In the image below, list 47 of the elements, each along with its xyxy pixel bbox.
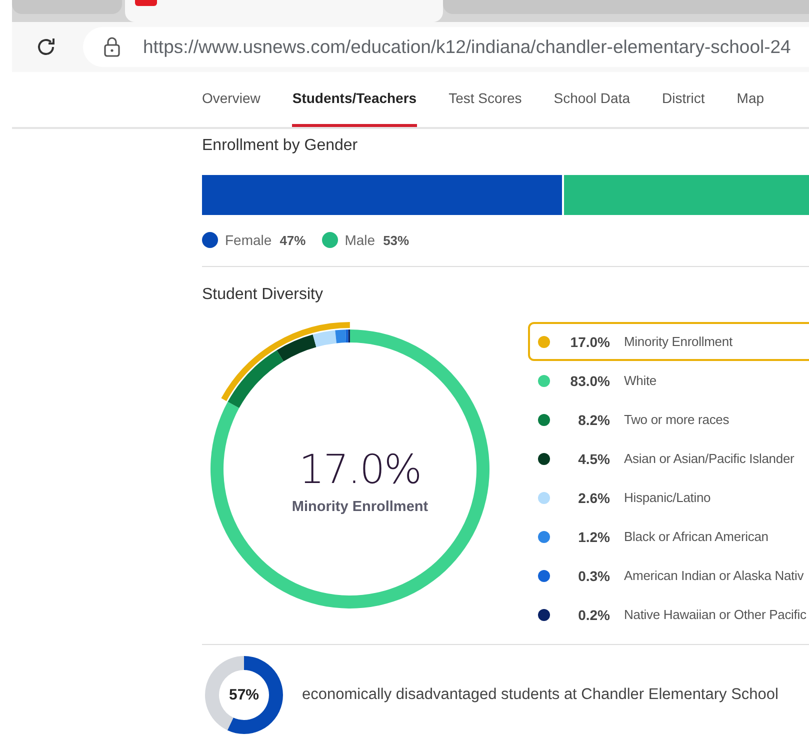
nav-tab[interactable]: Test Scores [448, 72, 522, 127]
legend-item[interactable]: 17.0% Minority Enrollment [528, 322, 809, 361]
legend-label: Female [225, 232, 272, 248]
legend-item[interactable]: 0.2% Native Hawaiian or Other Pacific [528, 595, 809, 634]
legend-item[interactable]: 4.5% Asian or Asian/Pacific Islander [528, 439, 809, 478]
legend-value: 17.0% [569, 334, 610, 350]
nav-tab[interactable]: School Data [554, 72, 630, 127]
legend-value: 0.3% [577, 568, 610, 584]
section-title: Enrollment by Gender [202, 137, 359, 155]
legend-value: 2.6% [577, 490, 610, 506]
legend-value: 47% [280, 232, 306, 248]
legend-label: Two or more races [624, 412, 730, 427]
favicon-icon [135, 0, 157, 6]
legend-label: Hispanic/Latino [624, 490, 711, 505]
legend-label: Native Hawaiian or Other Pacific [624, 607, 806, 622]
browser-tab[interactable] [12, 0, 122, 14]
legend-label: American Indian or Alaska Nativ [624, 568, 804, 583]
legend-label: Minority Enrollment [624, 334, 732, 349]
nav-tab[interactable]: District [662, 72, 705, 127]
section-title: Student Diversity [202, 286, 324, 304]
legend-item[interactable]: 1.2% Black or African American [528, 517, 809, 556]
nav-tab[interactable]: Students/Teachers [292, 72, 417, 127]
nav-tab[interactable]: Overview [202, 72, 260, 127]
legend-label: Black or African American [624, 529, 768, 544]
legend-item[interactable]: 2.6% Hispanic/Latino [528, 478, 809, 517]
url-text: https://www.usnews.com/education/k12/indiana/chandler-elementary-school-24 [143, 36, 791, 58]
legend-label: White [624, 373, 656, 388]
legend-label: Asian or Asian/Pacific Islander [624, 451, 794, 466]
legend-value: 8.2% [577, 412, 610, 428]
legend-item[interactable]: 83.0% White [528, 361, 809, 400]
description-text: economically disadvantaged students at Chandler Elementary School [302, 686, 778, 704]
ring-value: 57% [228, 686, 260, 704]
legend-item[interactable]: 0.3% American Indian or Alaska Nativ [528, 556, 809, 595]
center-label: Minority Enrollment [292, 499, 428, 515]
legend-value: 53% [383, 232, 410, 248]
legend-value: 0.2% [577, 606, 610, 622]
address-field[interactable]: https://www.usnews.com/education/k12/indiana/chandler-elementary-school-24 [83, 27, 809, 67]
legend-item[interactable]: 8.2% Two or more races [528, 400, 809, 439]
browser-tab[interactable] [125, 0, 443, 22]
legend-value: 83.0% [569, 372, 610, 388]
lock-icon [103, 37, 121, 57]
legend-label: Male [344, 232, 376, 248]
legend-value: 1.2% [577, 528, 610, 544]
nav-tab[interactable]: Map [736, 72, 764, 127]
legend-value: 4.5% [577, 450, 610, 466]
browser-tab[interactable] [443, 0, 809, 14]
center-value: 17.0% [298, 447, 422, 493]
